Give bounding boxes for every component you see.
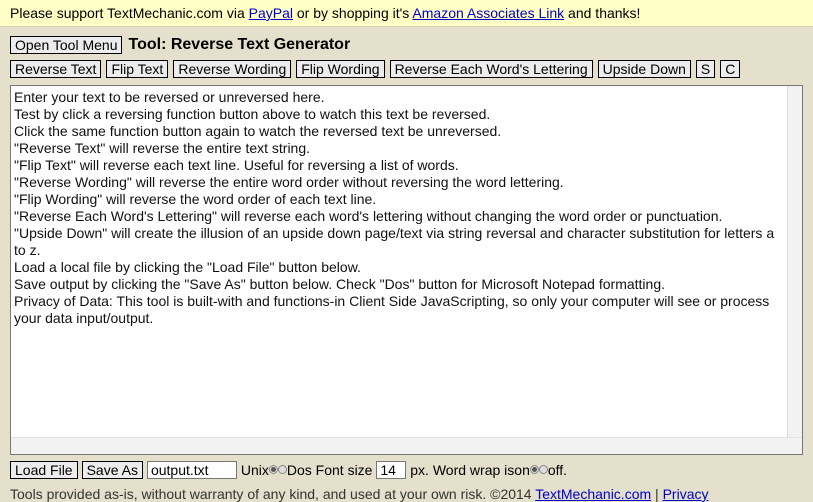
footer-disclaimer: Tools provided as-is, without warranty o…: [10, 486, 536, 502]
font-size-label: Font size: [315, 462, 373, 478]
footer: Tools provided as-is, without warranty o…: [10, 486, 708, 502]
unix-label: Unix: [240, 462, 269, 478]
flip-text-button[interactable]: Flip Text: [106, 60, 169, 78]
privacy-link[interactable]: Privacy: [663, 486, 709, 502]
reverse-each-word-lettering-button[interactable]: Reverse Each Word's Lettering: [389, 60, 593, 78]
support-banner: Please support TextMechanic.com via PayP…: [0, 0, 813, 27]
word-wrap-on-radio[interactable]: [529, 464, 539, 474]
textmechanic-link[interactable]: TextMechanic.com: [535, 486, 651, 502]
unix-radio[interactable]: [268, 464, 278, 474]
open-tool-menu-button[interactable]: Open Tool Menu: [10, 36, 123, 54]
dos-radio[interactable]: [277, 464, 287, 474]
word-wrap-label: Word wrap is: [432, 462, 515, 478]
page-title: Tool: Reverse Text Generator: [128, 36, 351, 53]
banner-middle: or by shopping it's: [293, 5, 413, 21]
editor-line: "Flip Text" will reverse each text line.…: [14, 157, 459, 173]
flip-wording-button[interactable]: Flip Wording: [296, 60, 385, 78]
reverse-text-button[interactable]: Reverse Text: [10, 60, 102, 78]
amazon-associates-link[interactable]: Amazon Associates Link: [412, 5, 564, 21]
editor-line: "Reverse Wording" will reverse the entir…: [14, 174, 564, 190]
footer-separator: |: [651, 486, 663, 502]
reverse-wording-button[interactable]: Reverse Wording: [173, 60, 292, 78]
dos-label: Dos: [286, 462, 312, 478]
paypal-link[interactable]: PayPal: [249, 5, 293, 21]
load-file-button[interactable]: Load File: [10, 461, 78, 479]
editor-line: Enter your text to be reversed or unreve…: [14, 89, 325, 105]
tool-header: Open Tool Menu Tool: Reverse Text Generat…: [10, 36, 350, 56]
editor-line: Test by click a reversing function butto…: [14, 106, 491, 122]
clear-button[interactable]: C: [720, 60, 741, 78]
function-toolbar: Reverse Text Flip Text Reverse Wording F…: [10, 60, 745, 80]
filename-input[interactable]: output.txt: [146, 461, 237, 479]
banner-prefix: Please support TextMechanic.com via: [10, 5, 249, 21]
px-label: px.: [410, 462, 429, 478]
horizontal-scrollbar[interactable]: [11, 437, 802, 454]
editor-line: "Upside Down" will create the illusion o…: [14, 225, 775, 258]
editor-line: "Reverse Text" will reverse the entire t…: [14, 140, 311, 156]
editor-line: Save output by clicking the "Save As" bu…: [14, 276, 665, 292]
editor-line: "Flip Wording" will reverse the word ord…: [14, 191, 377, 207]
select-all-button[interactable]: S: [695, 60, 716, 78]
file-options-bar: Load File Save As output.txt Unix Dos Font …: [10, 461, 567, 481]
save-as-button[interactable]: Save As: [81, 461, 143, 479]
banner-suffix: and thanks!: [564, 5, 641, 21]
editor-content[interactable]: Enter your text to be reversed or unreve…: [14, 89, 788, 438]
editor-line: Load a local file by clicking the "Load …: [14, 259, 361, 275]
upside-down-button[interactable]: Upside Down: [597, 60, 691, 78]
editor-line: Privacy of Data: This tool is built-with…: [14, 293, 770, 326]
word-wrap-off-radio[interactable]: [538, 464, 548, 474]
word-wrap-on-label: on: [514, 462, 530, 478]
text-editor[interactable]: Enter your text to be reversed or unreve…: [10, 85, 803, 455]
font-size-input[interactable]: 14: [376, 461, 407, 479]
word-wrap-off-label: off.: [547, 462, 568, 478]
vertical-scrollbar[interactable]: [787, 86, 802, 438]
editor-line: "Reverse Each Word's Lettering" will rev…: [14, 208, 723, 224]
editor-line: Click the same function button again to …: [14, 123, 502, 139]
